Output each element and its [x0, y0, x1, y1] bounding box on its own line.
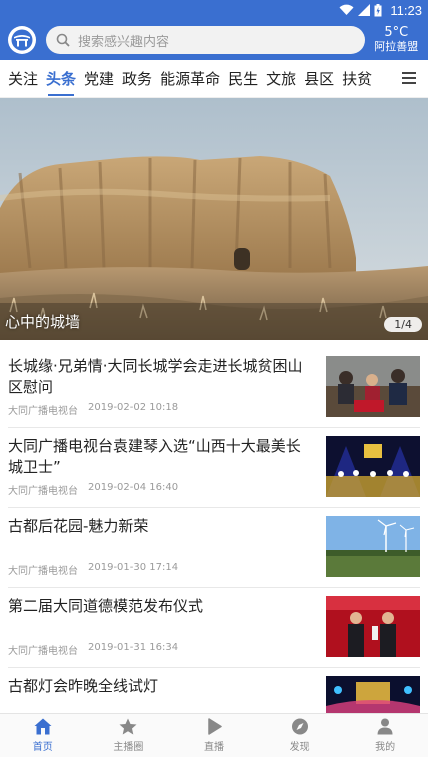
status-icons — [339, 3, 382, 17]
tab-government[interactable]: 政务 — [118, 60, 156, 98]
gate-logo-icon — [11, 29, 33, 51]
news-meta: 大同广播电视台 2019-01-31 16:34 — [8, 642, 178, 657]
tab-headlines[interactable]: 头条 — [42, 60, 80, 98]
user-icon — [377, 718, 393, 735]
nav-anchor-circle[interactable]: 主播圈 — [86, 714, 172, 757]
banner-page-indicator: 1/4 — [384, 317, 422, 332]
nav-anchor-circle-label: 主播圈 — [113, 742, 144, 753]
news-source: 大同广播电视台 — [8, 406, 78, 417]
compass-icon — [291, 718, 308, 735]
news-thumbnail — [326, 436, 420, 497]
news-thumbnail — [326, 516, 420, 577]
menu-icon[interactable] — [402, 72, 416, 84]
search-placeholder: 搜索感兴趣内容 — [78, 34, 170, 50]
header: 搜索感兴趣内容 5°C 阿拉善盟 — [0, 20, 428, 60]
news-item[interactable]: 大同广播电视台袁建琴入选“山西十大最美长城卫士” 大同广播电视台 2019-02… — [8, 428, 420, 508]
news-time: 2019-01-31 16:34 — [88, 642, 179, 653]
tab-poverty[interactable]: 扶贫 — [338, 60, 376, 98]
nav-live[interactable]: 直播 — [171, 714, 257, 757]
news-title: 第二届大同道德模范发布仪式 — [8, 597, 204, 615]
tab-culture-tourism[interactable]: 文旅 — [262, 60, 300, 98]
play-icon — [208, 718, 222, 735]
news-title: 长城缘·兄弟情·大同长城学会走进长城贫困山区慰问 — [8, 357, 303, 396]
category-tabs: 关注 头条 党建 政务 能源革命 民生 文旅 县区 扶贫 — [0, 60, 428, 98]
news-time: 2019-02-04 16:40 — [88, 482, 179, 493]
news-item[interactable]: 长城缘·兄弟情·大同长城学会走进长城贫困山区慰问 大同广播电视台 2019-02… — [8, 348, 420, 428]
status-bar: 11:23 — [0, 0, 428, 20]
news-meta: 大同广播电视台 2019-01-30 17:14 — [8, 562, 178, 577]
bottom-navigation: 首页 主播圈 直播 发现 我的 — [0, 713, 428, 757]
news-source: 大同广播电视台 — [8, 486, 78, 497]
news-title: 古都灯会昨晚全线试灯 — [8, 677, 159, 695]
news-title: 古都后花园-魅力新荣 — [8, 517, 149, 535]
news-meta: 大同广播电视台 2019-02-02 10:18 — [8, 402, 178, 417]
banner-caption: 心中的城墙 — [5, 313, 81, 331]
nav-discover-label: 发现 — [289, 742, 310, 753]
tab-party[interactable]: 党建 — [80, 60, 118, 98]
news-item[interactable]: 古都后花园-魅力新荣 大同广播电视台 2019-01-30 17:14 — [8, 508, 420, 588]
banner-carousel[interactable]: 心中的城墙 1/4 — [0, 98, 428, 340]
status-time: 11:23 — [390, 2, 422, 18]
star-icon — [119, 718, 137, 735]
news-list: 长城缘·兄弟情·大同长城学会走进长城贫困山区慰问 大同广播电视台 2019-02… — [0, 348, 428, 748]
banner-image — [0, 98, 428, 340]
news-thumbnail — [326, 596, 420, 657]
home-icon — [34, 718, 52, 735]
news-item[interactable]: 第二届大同道德模范发布仪式 大同广播电视台 2019-01-31 16:34 — [8, 588, 420, 668]
nav-live-label: 直播 — [203, 742, 224, 753]
news-time: 2019-02-02 10:18 — [88, 402, 179, 413]
nav-profile[interactable]: 我的 — [342, 714, 428, 757]
tab-follow[interactable]: 关注 — [4, 60, 42, 98]
tab-energy[interactable]: 能源革命 — [156, 60, 224, 98]
weather-widget[interactable]: 5°C 阿拉善盟 — [373, 25, 420, 54]
tab-counties[interactable]: 县区 — [300, 60, 338, 98]
tab-livelihood[interactable]: 民生 — [224, 60, 262, 98]
weather-city: 阿拉善盟 — [374, 40, 419, 54]
news-time: 2019-01-30 17:14 — [88, 562, 179, 573]
news-meta: 大同广播电视台 2019-02-04 16:40 — [8, 482, 178, 497]
signal-icon — [358, 4, 371, 16]
nav-profile-label: 我的 — [375, 742, 396, 753]
nav-discover[interactable]: 发现 — [257, 714, 343, 757]
app-logo[interactable] — [8, 26, 36, 54]
nav-home-label: 首页 — [32, 742, 53, 753]
nav-home[interactable]: 首页 — [0, 714, 86, 757]
wifi-icon — [339, 4, 354, 16]
news-thumbnail — [326, 356, 420, 417]
weather-temperature: 5°C — [384, 25, 409, 41]
news-title: 大同广播电视台袁建琴入选“山西十大最美长城卫士” — [8, 437, 301, 476]
battery-icon — [374, 3, 382, 16]
search-icon — [56, 33, 70, 47]
search-input[interactable]: 搜索感兴趣内容 — [46, 26, 365, 54]
news-source: 大同广播电视台 — [8, 566, 78, 577]
news-source: 大同广播电视台 — [8, 646, 78, 657]
